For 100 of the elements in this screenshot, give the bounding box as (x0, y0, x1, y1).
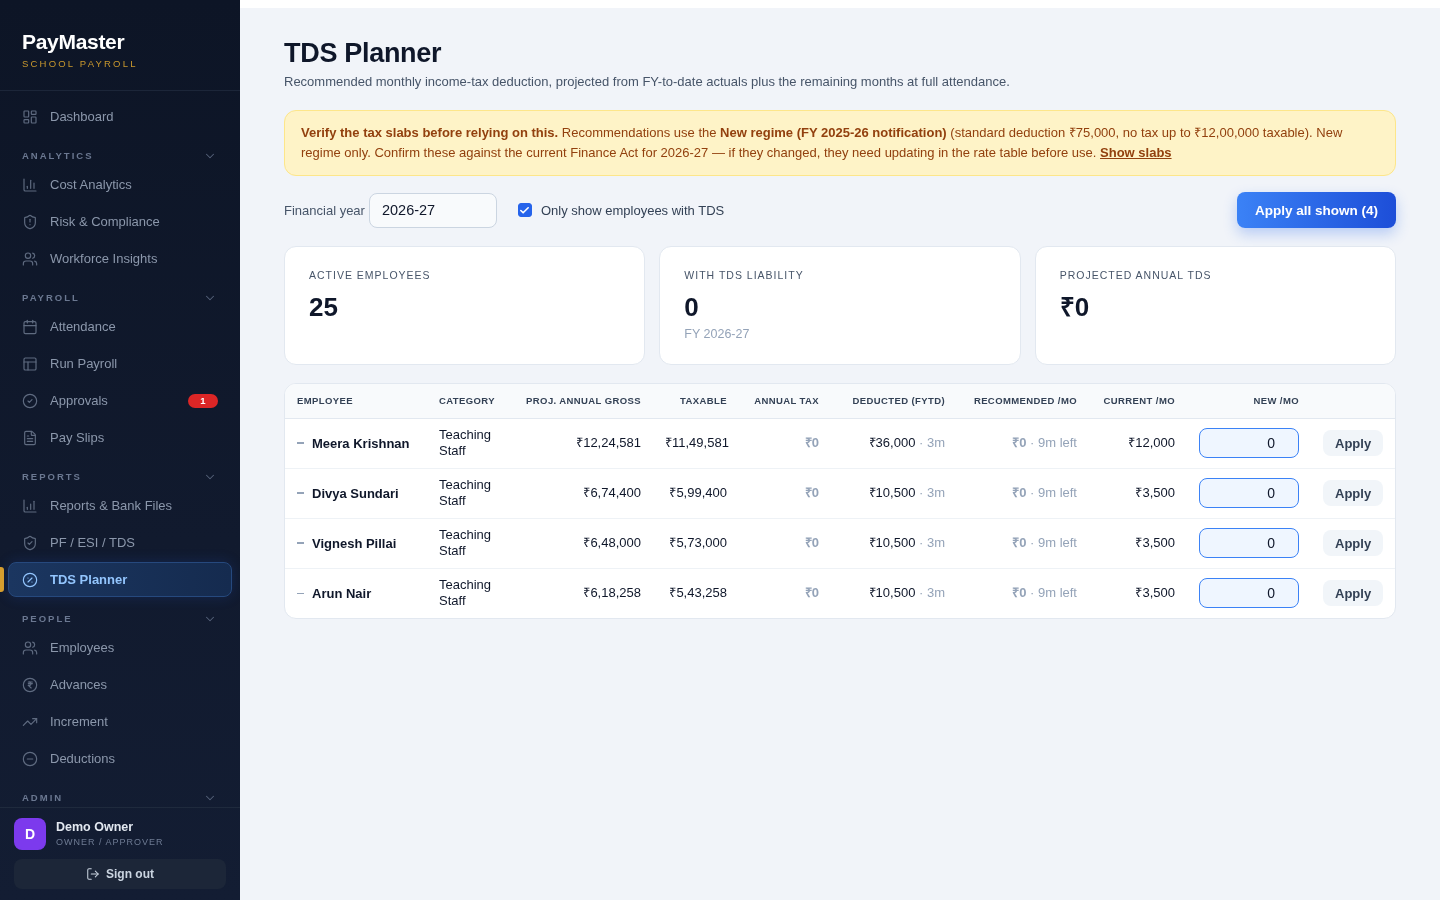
nav-item[interactable]: Advances (8, 667, 232, 702)
section-label: ANALYTICS (22, 150, 94, 161)
logout-icon (86, 867, 100, 881)
nav-item[interactable]: TDS Planner (8, 562, 232, 597)
year-input[interactable]: 2026-27 (368, 192, 497, 228)
dash-icon (297, 442, 304, 444)
brand-tagline: SCHOOL PAYROLL (22, 57, 138, 70)
apply-button[interactable]: Apply (1323, 580, 1384, 607)
calendar-icon (22, 318, 38, 335)
amount-input[interactable]: 0 (1199, 428, 1299, 458)
table-cell: ₹0 (739, 468, 831, 518)
sign-out-button[interactable]: Sign out (14, 859, 226, 889)
people-icon (22, 250, 38, 267)
warning-text: Verify the tax slabs before relying on this. Recommendations use the New regime (FY 2025-26 notification) (standard deduction ₹75,000, no tax up to ₹12,00,000 taxable). New regime only. Confirm these against the current Finance Act for 2026-27 — if they changed, they need updating in the rate table before use. Show slabs (301, 124, 1344, 162)
column-header: TAXABLE (653, 384, 739, 418)
section-label: PAYROLL (22, 292, 80, 303)
table-cell: ₹11,49,581 (653, 418, 739, 468)
shield-alert-icon (22, 213, 38, 230)
column-header: NEW /MO (1187, 384, 1311, 418)
column-header: DEDUCTED (FYTD) (831, 384, 957, 418)
amount-input[interactable]: 0 (1199, 478, 1299, 508)
people-icon (22, 639, 38, 656)
checkbox[interactable] (517, 203, 532, 217)
table-cell: ₹3,500 (1089, 468, 1187, 518)
nav-item[interactable]: Risk & Compliance (8, 204, 232, 239)
section-label: ADMIN (22, 792, 64, 803)
column-header: EMPLOYEE (285, 384, 427, 418)
apply-button[interactable]: Apply (1323, 480, 1384, 506)
bar-chart-icon (22, 497, 38, 514)
field-label: Financial year (284, 202, 365, 218)
table-cell: ₹3,500 (1089, 518, 1187, 568)
apply-button[interactable]: Apply (1323, 430, 1384, 456)
nav-item[interactable]: Cost Analytics (8, 167, 232, 202)
amount-input[interactable]: 0 (1199, 578, 1299, 609)
employee-name: Arun Nair (312, 585, 372, 601)
minus-circle-icon (22, 750, 38, 767)
table-cell: Teaching Staff (427, 418, 507, 468)
nav-item[interactable]: PF / ESI / TDS (8, 525, 232, 560)
amount-input[interactable]: 0 (1199, 528, 1299, 558)
nav-item[interactable]: Run Payroll (8, 346, 232, 381)
table-cell: ₹10,500 · 3m (831, 568, 957, 618)
table-cell: ₹0 (739, 518, 831, 568)
column-header: CATEGORY (427, 384, 507, 418)
table-cell: ₹6,74,400 (507, 468, 653, 518)
nav-item[interactable]: Reports & Bank Files (8, 488, 232, 523)
stat-label: PROJECTED ANNUAL TDS (1059, 268, 1212, 282)
table-cell: Teaching Staff (427, 468, 507, 518)
apply-button[interactable]: Apply (1323, 530, 1384, 556)
table-cell: ₹36,000 · 3m (831, 418, 957, 468)
stat-value: ₹0 (1059, 292, 1090, 322)
avatar: D (14, 818, 46, 850)
section-label: REPORTS (22, 471, 82, 482)
check-circle-icon (22, 392, 38, 409)
table-cell: ₹10,500 · 3m (831, 518, 957, 568)
dash-icon (297, 542, 304, 544)
column-header: ANNUAL TAX (739, 384, 831, 418)
checkbox-label: Only show employees with TDS (540, 202, 725, 218)
column-header: CURRENT /MO (1089, 384, 1187, 418)
show-slabs-link[interactable]: Show slabs (1100, 145, 1172, 160)
table-cell: Teaching Staff (427, 568, 507, 618)
nav-item[interactable]: Attendance (8, 309, 232, 344)
table-cell: ₹12,24,581 (507, 418, 653, 468)
active-marker (0, 567, 4, 592)
employee-name: Meera Krishnan (312, 435, 410, 451)
table-cell: ₹6,48,000 (507, 518, 653, 568)
nav-item[interactable]: Dashboard (8, 99, 232, 134)
table-cell: ₹0 · 9m left (957, 518, 1089, 568)
table-cell: ₹5,73,000 (653, 518, 739, 568)
nav-item[interactable]: Deductions (8, 741, 232, 776)
nav-item[interactable]: Pay Slips (8, 420, 232, 455)
nav-item[interactable]: Approvals 1 (8, 383, 232, 418)
column-header: RECOMMENDED /MO (957, 384, 1089, 418)
table-cell: ₹0 · 9m left (957, 568, 1089, 618)
table-cell: ₹0 (739, 418, 831, 468)
stat-value: 0 (684, 292, 699, 322)
stat-value: 25 (309, 292, 338, 322)
column-header: PROJ. ANNUAL GROSS (507, 384, 653, 418)
table-cell: ₹6,18,258 (507, 568, 653, 618)
dash-icon (297, 492, 304, 494)
user-role: OWNER / APPROVER (56, 836, 164, 848)
table-cell: ₹0 (739, 568, 831, 618)
dash-icon (297, 592, 304, 594)
table-cell: ₹12,000 (1089, 418, 1187, 468)
nav-item[interactable]: Employees (8, 630, 232, 665)
page-subtitle: Recommended monthly income-tax deduction, projected from FY-to-date actuals plus the remaining months at full attendance. (284, 73, 1010, 91)
nav-item[interactable]: Increment (8, 704, 232, 739)
stat-label: WITH TDS LIABILITY (684, 268, 804, 282)
table-cell: ₹10,500 · 3m (831, 468, 957, 518)
brand-name: PayMaster (22, 30, 125, 54)
bar-chart-icon (22, 176, 38, 193)
employee-name: Vignesh Pillai (312, 535, 397, 551)
document-icon (22, 429, 38, 446)
page-title: TDS Planner (284, 37, 442, 70)
nav-item[interactable]: Workforce Insights (8, 241, 232, 276)
grid-icon (22, 108, 38, 125)
employee-name: Divya Sundari (312, 485, 399, 501)
apply-all-button[interactable]: Apply all shown (4) (1237, 192, 1396, 228)
table-cell: Teaching Staff (427, 518, 507, 568)
layout-icon (22, 355, 38, 372)
table-cell: ₹0 · 9m left (957, 468, 1089, 518)
